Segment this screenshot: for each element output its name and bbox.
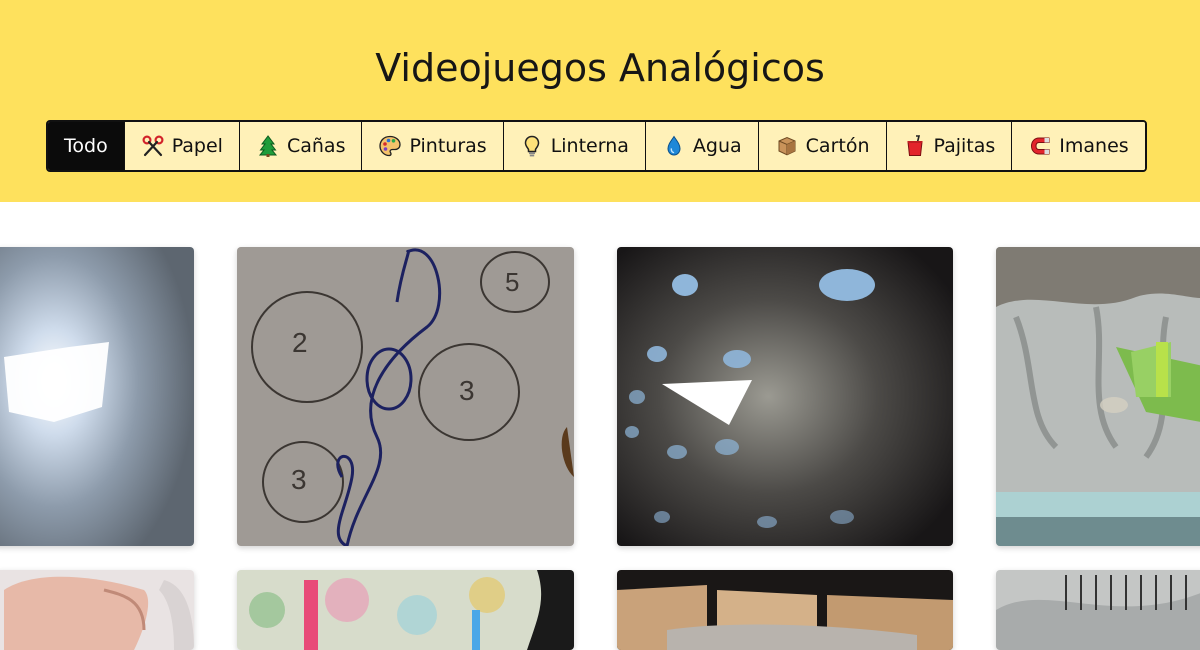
filter-bar: Todo Papel Cañas Pinturas Linterna Agua … <box>46 120 1147 172</box>
drawn-number: 3 <box>291 464 307 495</box>
video-thumbnail <box>996 247 1200 546</box>
filter-label: Linterna <box>550 135 629 157</box>
filter-pajitas[interactable]: Pajitas <box>885 122 1012 170</box>
video-thumbnail <box>0 247 194 546</box>
filter-agua[interactable]: Agua <box>644 122 758 170</box>
video-thumbnail <box>996 570 1200 650</box>
gallery-item-boat[interactable] <box>996 247 1200 546</box>
gallery-item-plane[interactable] <box>617 247 953 546</box>
filter-linterna[interactable]: Linterna <box>502 122 645 170</box>
filter-canas[interactable]: Cañas <box>238 122 362 170</box>
gallery-item-drawing[interactable]: 2 3 3 5 <box>237 247 574 546</box>
droplet-icon <box>662 134 686 158</box>
filter-todo[interactable]: Todo <box>48 122 124 170</box>
video-thumbnail <box>237 247 574 546</box>
page-header: Videojuegos Analógicos Todo Papel Cañas … <box>0 0 1200 202</box>
tree-icon <box>256 134 280 158</box>
gallery-item-springs[interactable] <box>996 570 1200 650</box>
gallery-item-light[interactable] <box>0 247 194 546</box>
gallery-item-hand[interactable] <box>0 570 194 650</box>
lightbulb-icon <box>520 134 544 158</box>
filter-label: Cartón <box>805 135 870 157</box>
filter-label: Pinturas <box>409 135 487 157</box>
cup-straw-icon <box>903 134 927 158</box>
drawn-number: 3 <box>459 375 475 406</box>
drawn-number: 5 <box>505 267 520 297</box>
filter-label: Agua <box>692 135 742 157</box>
filter-label: Imanes <box>1059 135 1129 157</box>
video-thumbnail <box>617 570 953 650</box>
box-icon <box>775 134 799 158</box>
filter-label: Todo <box>64 135 108 157</box>
drawn-number: 2 <box>292 327 308 358</box>
filter-carton[interactable]: Cartón <box>757 122 886 170</box>
video-thumbnail <box>617 247 953 546</box>
magnet-icon <box>1028 134 1052 158</box>
filter-pinturas[interactable]: Pinturas <box>361 122 503 170</box>
filter-label: Pajitas <box>933 135 996 157</box>
gallery-item-tubes[interactable] <box>237 570 574 650</box>
filter-label: Cañas <box>286 135 346 157</box>
filter-label: Papel <box>171 135 223 157</box>
video-thumbnail <box>237 570 574 650</box>
video-thumbnail <box>0 570 194 650</box>
filter-papel[interactable]: Papel <box>123 122 239 170</box>
page-title: Videojuegos Analógicos <box>375 46 825 90</box>
filter-imanes[interactable]: Imanes <box>1011 122 1145 170</box>
scissors-icon <box>141 134 165 158</box>
palette-icon <box>378 134 402 158</box>
gallery-item-boxes[interactable] <box>617 570 953 650</box>
